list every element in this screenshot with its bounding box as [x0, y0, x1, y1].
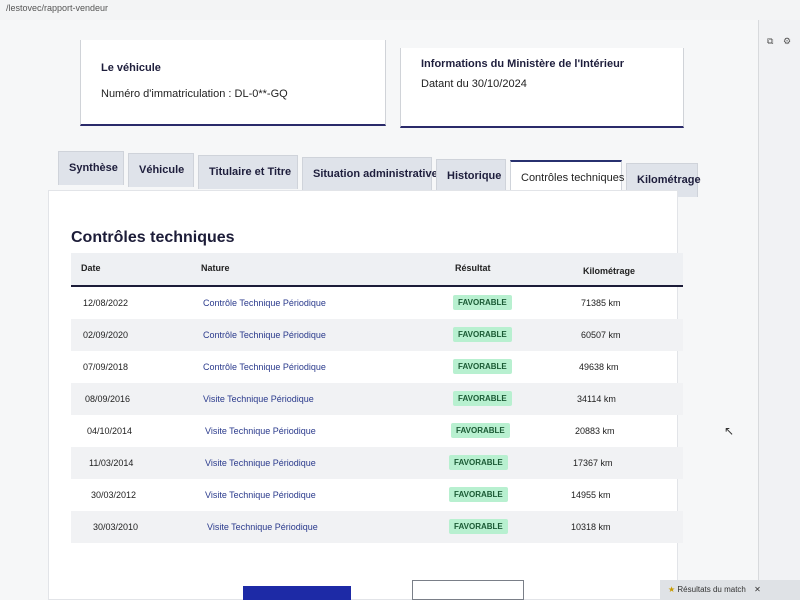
tab-synthese[interactable]: Synthèse — [58, 151, 124, 185]
row-date: 12/08/2022 — [83, 298, 129, 308]
table-header: Date Nature Résultat Kilométrage — [71, 253, 683, 287]
row-km: 10318 km — [571, 522, 611, 532]
result-badge: FAVORABLE — [449, 487, 508, 502]
column-date: Date — [81, 263, 101, 273]
row-km: 49638 km — [579, 362, 619, 372]
row-date: 08/09/2016 — [85, 394, 131, 404]
ministry-card: Informations du Ministère de l'Intérieur… — [400, 48, 684, 128]
table-row: 02/09/2020 Contrôle Technique Périodique… — [71, 319, 683, 351]
table-row: 07/09/2018 Contrôle Technique Périodique… — [71, 351, 683, 383]
section-title: Contrôles techniques — [71, 229, 235, 246]
primary-button[interactable] — [243, 586, 351, 600]
row-date: 30/03/2010 — [93, 522, 139, 532]
row-km: 20883 km — [575, 426, 615, 436]
tab-situation-administrative[interactable]: Situation administrative — [302, 157, 438, 191]
result-badge: FAVORABLE — [453, 359, 512, 374]
notification-banner[interactable]: ★ Résultats du match ✕ — [660, 580, 800, 600]
notification-text: Résultats du match — [677, 585, 746, 594]
settings-icon[interactable]: ⚙ — [783, 36, 791, 47]
table-row: 08/09/2016 Visite Technique Périodique F… — [71, 383, 683, 415]
table-row: 04/10/2014 Visite Technique Périodique F… — [71, 415, 683, 447]
row-km: 60507 km — [581, 330, 621, 340]
mouse-cursor-icon: ↖ — [724, 424, 735, 438]
column-nature: Nature — [201, 263, 230, 273]
row-date: 02/09/2020 — [83, 330, 129, 340]
share-icon[interactable]: ⧉ — [767, 36, 773, 47]
table-row: 30/03/2012 Visite Technique Périodique F… — [71, 479, 683, 511]
row-date: 11/03/2014 — [89, 458, 134, 468]
row-nature: Visite Technique Périodique — [205, 426, 316, 436]
close-icon[interactable]: ✕ — [754, 585, 761, 594]
table-row: 30/03/2010 Visite Technique Périodique F… — [71, 511, 683, 543]
browser-side-strip: ⧉ ⚙ — [758, 20, 800, 600]
registration-number: Numéro d'immatriculation : DL-0**-GQ — [101, 88, 288, 100]
table-row: 11/03/2014 Visite Technique Périodique F… — [71, 447, 683, 479]
tab-historique[interactable]: Historique — [436, 159, 506, 193]
vehicle-card: Le véhicule Numéro d'immatriculation : D… — [80, 40, 386, 126]
row-km: 14955 km — [571, 490, 611, 500]
row-date: 07/09/2018 — [83, 362, 129, 372]
tab-controles-techniques[interactable]: Contrôles techniques — [510, 160, 624, 194]
row-date: 30/03/2012 — [91, 490, 137, 500]
row-nature: Visite Technique Périodique — [207, 522, 318, 532]
tab-vehicule[interactable]: Véhicule — [128, 153, 194, 187]
result-badge: FAVORABLE — [453, 391, 512, 406]
browser-url[interactable]: /lestovec/rapport-vendeur — [0, 0, 800, 20]
result-badge: FAVORABLE — [449, 455, 508, 470]
row-km: 17367 km — [573, 458, 613, 468]
vehicle-card-title: Le véhicule — [101, 62, 161, 74]
result-badge: FAVORABLE — [449, 519, 508, 534]
ministry-date: Datant du 30/10/2024 — [421, 78, 527, 90]
trophy-icon: ★ — [668, 585, 676, 594]
result-badge: FAVORABLE — [453, 295, 512, 310]
table-row: 12/08/2022 Contrôle Technique Périodique… — [71, 287, 683, 319]
secondary-button[interactable] — [412, 580, 524, 600]
ministry-card-title: Informations du Ministère de l'Intérieur — [421, 58, 625, 70]
row-nature: Visite Technique Périodique — [205, 490, 316, 500]
controles-techniques-panel: Contrôles techniques Date Nature Résulta… — [48, 190, 683, 600]
row-km: 71385 km — [581, 298, 621, 308]
row-nature: Contrôle Technique Périodique — [203, 298, 326, 308]
row-nature: Contrôle Technique Périodique — [203, 362, 326, 372]
result-badge: FAVORABLE — [451, 423, 510, 438]
tab-titulaire-et-titre[interactable]: Titulaire et Titre — [198, 155, 298, 189]
row-km: 34114 km — [577, 394, 616, 404]
row-date: 04/10/2014 — [87, 426, 133, 436]
row-nature: Visite Technique Périodique — [205, 458, 316, 468]
column-resultat: Résultat — [455, 263, 491, 273]
row-nature: Visite Technique Périodique — [203, 394, 314, 404]
column-kilometrage: Kilométrage — [583, 266, 636, 276]
result-badge: FAVORABLE — [453, 327, 512, 342]
page-content: Le véhicule Numéro d'immatriculation : D… — [0, 20, 760, 600]
row-nature: Contrôle Technique Périodique — [203, 330, 326, 340]
